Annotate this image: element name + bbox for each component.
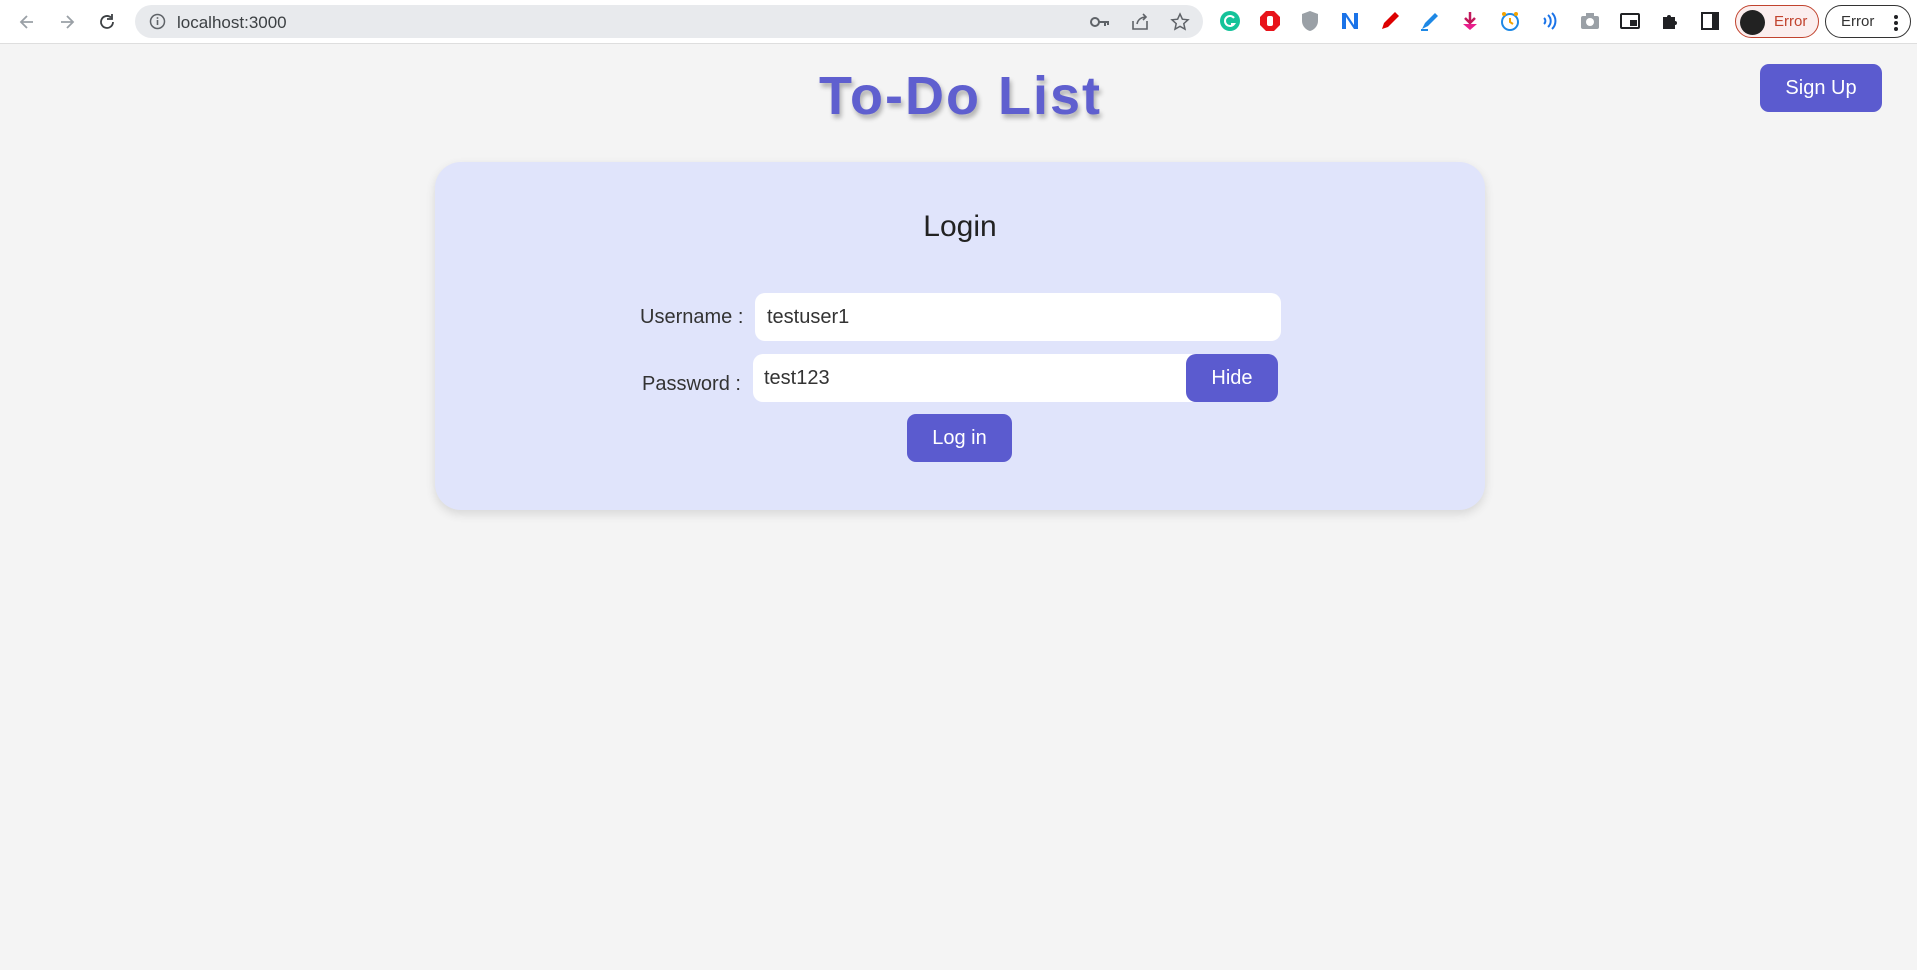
shield-icon[interactable] — [1298, 9, 1322, 33]
back-button[interactable] — [13, 8, 41, 36]
menu-error-label: Error — [1841, 13, 1875, 30]
camera-icon[interactable] — [1578, 9, 1602, 33]
gem-icon[interactable] — [1458, 9, 1482, 33]
browser-menu-chip[interactable]: Error — [1825, 5, 1911, 38]
audio-icon[interactable] — [1538, 9, 1562, 33]
key-icon[interactable] — [1090, 12, 1110, 32]
reload-icon — [100, 14, 114, 29]
picture-in-picture-icon[interactable] — [1618, 9, 1642, 33]
adblock-icon[interactable] — [1258, 9, 1282, 33]
forward-button[interactable] — [53, 8, 81, 36]
username-input[interactable] — [755, 293, 1281, 341]
profile-error-chip[interactable]: Error — [1735, 5, 1819, 38]
pen-icon[interactable] — [1378, 9, 1402, 33]
login-card: Login Username : Password : Hide Log in — [435, 162, 1485, 510]
bookmark-star-icon[interactable] — [1170, 12, 1190, 32]
grammarly-icon[interactable] — [1218, 9, 1242, 33]
back-arrow-icon — [19, 15, 33, 29]
site-info-icon[interactable] — [149, 13, 166, 35]
side-panel-icon[interactable] — [1698, 9, 1722, 33]
profile-error-label: Error — [1774, 13, 1808, 30]
password-label: Password : — [642, 373, 741, 395]
url-text[interactable]: localhost:3000 — [177, 13, 287, 33]
highlighter-icon[interactable] — [1418, 9, 1442, 33]
more-vert-icon — [1893, 14, 1899, 37]
avatar — [1740, 10, 1765, 35]
browser-toolbar: localhost:3000 Error Error — [0, 0, 1917, 44]
sign-up-button[interactable]: Sign Up — [1760, 64, 1882, 112]
password-input[interactable] — [753, 354, 1198, 402]
forward-arrow-icon — [61, 15, 75, 29]
hide-password-button[interactable]: Hide — [1186, 354, 1278, 402]
puzzle-icon[interactable] — [1658, 9, 1682, 33]
username-label: Username : — [640, 306, 744, 328]
login-title: Login — [923, 210, 997, 243]
reload-button[interactable] — [93, 8, 121, 36]
address-bar[interactable]: localhost:3000 — [135, 5, 1203, 38]
app-title: To-Do List — [819, 66, 1102, 126]
notion-icon[interactable] — [1338, 9, 1362, 33]
share-icon[interactable] — [1130, 12, 1150, 32]
log-in-button[interactable]: Log in — [907, 414, 1012, 462]
clock-icon[interactable] — [1498, 9, 1522, 33]
